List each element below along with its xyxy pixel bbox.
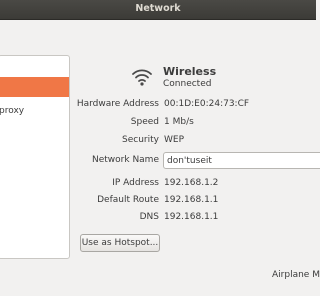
network-name-field[interactable]: don'tuseit — [163, 152, 320, 169]
ip-address-value: 192.168.1.2 — [164, 178, 219, 188]
speed-label: Speed — [130, 117, 159, 127]
speed-value: 1 Mb/s — [164, 117, 194, 127]
connection-list[interactable]: proxy — [0, 55, 70, 259]
window-titlebar[interactable]: Network — [0, 0, 316, 20]
use-as-hotspot-button[interactable]: Use as Hotspot... — [80, 234, 160, 252]
default-route-label: Default Route — [97, 195, 159, 205]
network-name-label: Network Name — [92, 155, 159, 165]
window-title: Network — [135, 3, 181, 14]
connection-name: Wireless — [163, 65, 217, 78]
connection-status: Connected — [163, 79, 212, 89]
sidebar-item-network-proxy[interactable]: proxy — [0, 101, 69, 121]
security-label: Security — [122, 135, 159, 145]
sidebar-item-wireless[interactable] — [0, 77, 69, 97]
security-value: WEP — [164, 135, 185, 145]
hardware-address-label: Hardware Address — [76, 99, 159, 109]
wifi-signal-icon — [132, 69, 152, 86]
dns-label: DNS — [139, 212, 159, 222]
airplane-mode-label: Airplane M — [272, 270, 320, 280]
dns-value: 192.168.1.1 — [164, 212, 219, 222]
hardware-address-value: 00:1D:E0:24:73:CF — [164, 99, 250, 109]
ip-address-label: IP Address — [112, 178, 159, 188]
default-route-value: 192.168.1.1 — [164, 195, 219, 205]
